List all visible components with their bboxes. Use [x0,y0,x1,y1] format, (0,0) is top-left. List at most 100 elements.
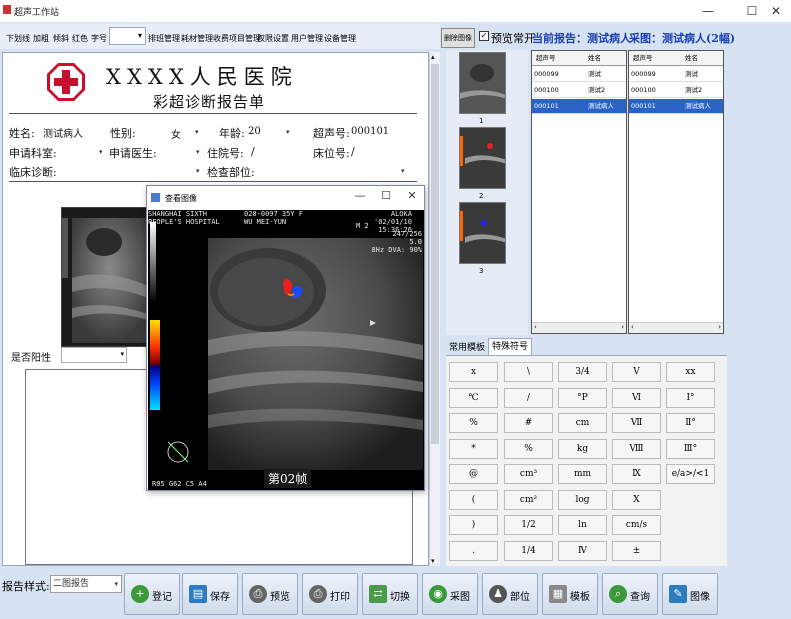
scroll-right-icon[interactable]: › [718,323,721,331]
name-value[interactable]: 测试病人 [43,125,83,140]
symbol-button[interactable]: e/a>/<1 [666,464,715,484]
symbol-button[interactable]: xx [666,362,715,382]
symbol-button[interactable]: ) [449,515,498,535]
template-button[interactable]: ▦ 模板 [542,573,598,615]
symbol-button[interactable]: % [504,438,553,459]
symbol-button[interactable]: mm [558,464,607,484]
capture-button[interactable]: ◉ 采图 [422,573,478,615]
scroll-left-icon[interactable]: ‹ [631,323,634,331]
switch-button[interactable]: ⇄ 切换 [362,573,418,615]
scroll-left-icon[interactable]: ‹ [534,323,537,331]
symbol-button[interactable]: @ [449,464,498,484]
symbol-button[interactable]: kg [558,438,607,459]
tab-common-templates[interactable]: 常用模板 [449,340,485,353]
symbol-button[interactable]: 1/4 [504,540,553,561]
symbol-button[interactable]: . [449,540,498,561]
ultrasound-image[interactable]: SHANGHAI SIXTH PEOPLE'S HOSPITAL 020-0097… [148,210,424,490]
body-part-button[interactable]: ♟ 部位 [482,573,538,615]
symbol-button[interactable]: cm/s [612,515,661,535]
symbol-button[interactable]: / [504,387,553,408]
thumbnail-image[interactable] [459,202,506,264]
preview-button[interactable]: ⎙ 预览 [242,573,298,615]
report-ultrasound-image[interactable] [61,207,151,347]
thumbnail-image[interactable] [459,127,506,189]
horizontal-scrollbar[interactable]: ‹ › [629,322,723,333]
scroll-down-icon[interactable]: ▾ [431,557,435,565]
preview-checkbox[interactable]: ✓ [479,31,489,41]
symbol-button[interactable]: log [558,489,607,510]
menu-users[interactable]: 用户管理 [291,33,323,44]
table-row[interactable]: 000099 测试 [532,67,626,82]
inpatient-value[interactable]: / [251,145,255,158]
diag-dropdown-icon[interactable]: ▾ [196,167,200,175]
horizontal-scrollbar[interactable]: ‹ › [532,322,626,333]
save-button[interactable]: ▤ 保存 [182,573,238,615]
symbol-button[interactable]: Ⅶ [612,413,661,433]
font-size-select[interactable]: ▾ [109,27,146,45]
symbol-button[interactable]: ℃ [449,387,498,408]
positive-select[interactable]: ▾ [61,347,127,363]
report-list-grid[interactable]: 超声号 姓名 000099 测试 000100 测试2 000101 测试病人 ‹ › [531,50,627,334]
symbol-button[interactable]: Ⅲ° [666,438,715,459]
symbol-button[interactable]: 3/4 [558,362,607,382]
symbol-button[interactable]: Ⅱ° [666,413,715,433]
print-button[interactable]: ⎙ 打印 [302,573,358,615]
symbol-button[interactable]: Ⅰ° [666,387,715,408]
symbol-button[interactable]: Ⅸ [612,464,661,484]
symbol-button[interactable]: * [449,438,498,459]
thumbnail-image[interactable] [459,52,506,114]
maximize-icon[interactable]: ☐ [378,189,394,202]
menu-schedule[interactable]: 排班管理 [148,33,180,44]
image-button[interactable]: ✎ 图像 [662,573,718,615]
minimize-icon[interactable]: — [352,189,368,202]
register-button[interactable]: + 登记 [124,573,180,615]
symbol-button[interactable]: \ [504,362,553,382]
symbol-button[interactable]: Ⅵ [612,387,661,408]
symbol-button[interactable]: cm [558,413,607,433]
search-button[interactable]: ⌕ 查询 [602,573,658,615]
scroll-thumb[interactable] [431,64,439,444]
table-row-selected[interactable]: 000101 测试病人 [629,99,723,114]
close-icon[interactable]: ✕ [768,4,784,18]
bold-button[interactable]: 加粗 [33,33,49,44]
table-row[interactable]: 000100 测试2 [629,83,723,98]
age-value[interactable]: 20 [248,126,261,137]
image-list-grid[interactable]: 超声号 姓名 000099 测试 000100 测试2 000101 测试病人 ‹ › [628,50,724,334]
symbol-button[interactable]: % [449,413,498,433]
symbol-button[interactable]: 1/2 [504,515,553,535]
scroll-up-icon[interactable]: ▴ [431,53,435,61]
symbol-button[interactable]: ± [612,540,661,561]
symbol-button[interactable]: cm² [504,489,553,510]
menu-devices[interactable]: 设备管理 [324,33,356,44]
minimize-icon[interactable]: — [700,4,716,18]
symbol-button[interactable]: °P [558,387,607,408]
menu-fee-items[interactable]: 收费项目管理 [213,33,261,44]
scroll-right-icon[interactable]: › [621,323,624,331]
report-scrollbar[interactable]: ▴ ▾ [429,52,440,566]
delete-image-button[interactable]: 删除图像 [441,28,475,48]
symbol-button[interactable]: cm³ [504,464,553,484]
close-icon[interactable]: ✕ [404,189,420,202]
red-button[interactable]: 红色 [72,33,88,44]
symbol-button[interactable]: Ⅴ [612,362,661,382]
exam-dropdown-icon[interactable]: ▾ [401,167,405,175]
us-no-value[interactable]: 000101 [351,126,389,137]
doctor-dropdown-icon[interactable]: ▾ [196,148,200,156]
symbol-button[interactable]: x [449,362,498,382]
symbol-button[interactable]: Ⅳ [558,540,607,561]
table-row-selected[interactable]: 000101 测试病人 [532,99,626,114]
gender-value[interactable]: 女 [171,126,181,141]
symbol-button[interactable]: ln [558,515,607,535]
symbol-button[interactable]: Ⅷ [612,438,661,459]
image-viewer-window[interactable]: 查看图像 — ☐ ✕ SHANGHAI SIXTH PEOPLE'S HOSPI… [146,185,425,491]
symbol-button[interactable]: # [504,413,553,433]
age-unit-dropdown-icon[interactable]: ▾ [286,128,290,136]
report-style-select[interactable]: 二图报告 ▾ [50,575,122,593]
symbol-button[interactable]: ( [449,489,498,510]
bed-value[interactable]: / [351,145,355,158]
italic-button[interactable]: 倾斜 [53,33,69,44]
dept-dropdown-icon[interactable]: ▾ [99,148,103,156]
table-row[interactable]: 000100 测试2 [532,83,626,98]
menu-consumables[interactable]: 耗材管理 [181,33,213,44]
symbol-button[interactable]: Ⅹ [612,489,661,510]
